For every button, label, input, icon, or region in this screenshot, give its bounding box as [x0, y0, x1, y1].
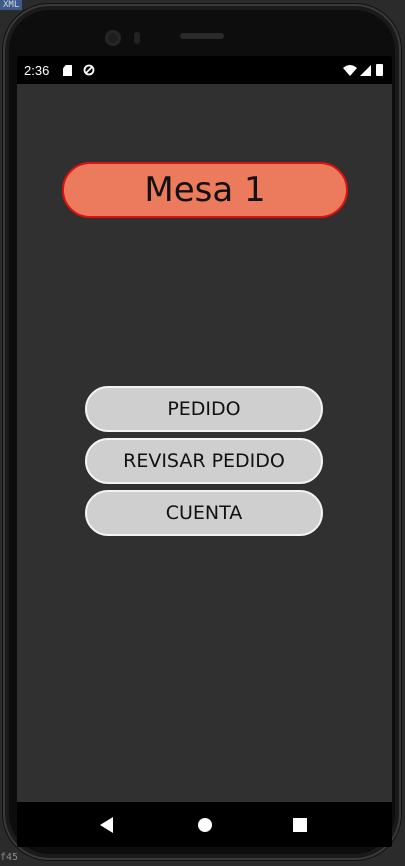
- app-screen: 2:36 Mesa 1 PEDIDO REVISAR PEDIDO CUENTA: [17, 56, 392, 847]
- table-title: Mesa 1: [62, 162, 348, 218]
- signal-icon: [360, 65, 371, 76]
- pedido-button[interactable]: PEDIDO: [85, 386, 323, 432]
- recents-icon[interactable]: [293, 818, 307, 832]
- status-bar: 2:36: [17, 56, 392, 84]
- front-camera-icon: [105, 30, 121, 46]
- back-icon[interactable]: [100, 817, 113, 833]
- cuenta-button[interactable]: CUENTA: [85, 490, 323, 536]
- wifi-icon: [343, 65, 357, 76]
- home-icon[interactable]: [198, 818, 212, 832]
- status-time: 2:36: [24, 63, 50, 78]
- ide-code-fragment: f45: [0, 852, 19, 863]
- battery-icon: [376, 64, 383, 76]
- sd-card-icon: [63, 65, 72, 76]
- sensor-icon: [134, 32, 140, 44]
- earpiece-speaker: [180, 33, 224, 39]
- sync-icon: [83, 64, 95, 76]
- ide-xml-tab[interactable]: XML: [0, 0, 23, 10]
- revisar-pedido-button[interactable]: REVISAR PEDIDO: [85, 438, 323, 484]
- navigation-bar: [17, 802, 392, 847]
- phone-frame: 2:36 Mesa 1 PEDIDO REVISAR PEDIDO CUENTA: [3, 4, 401, 860]
